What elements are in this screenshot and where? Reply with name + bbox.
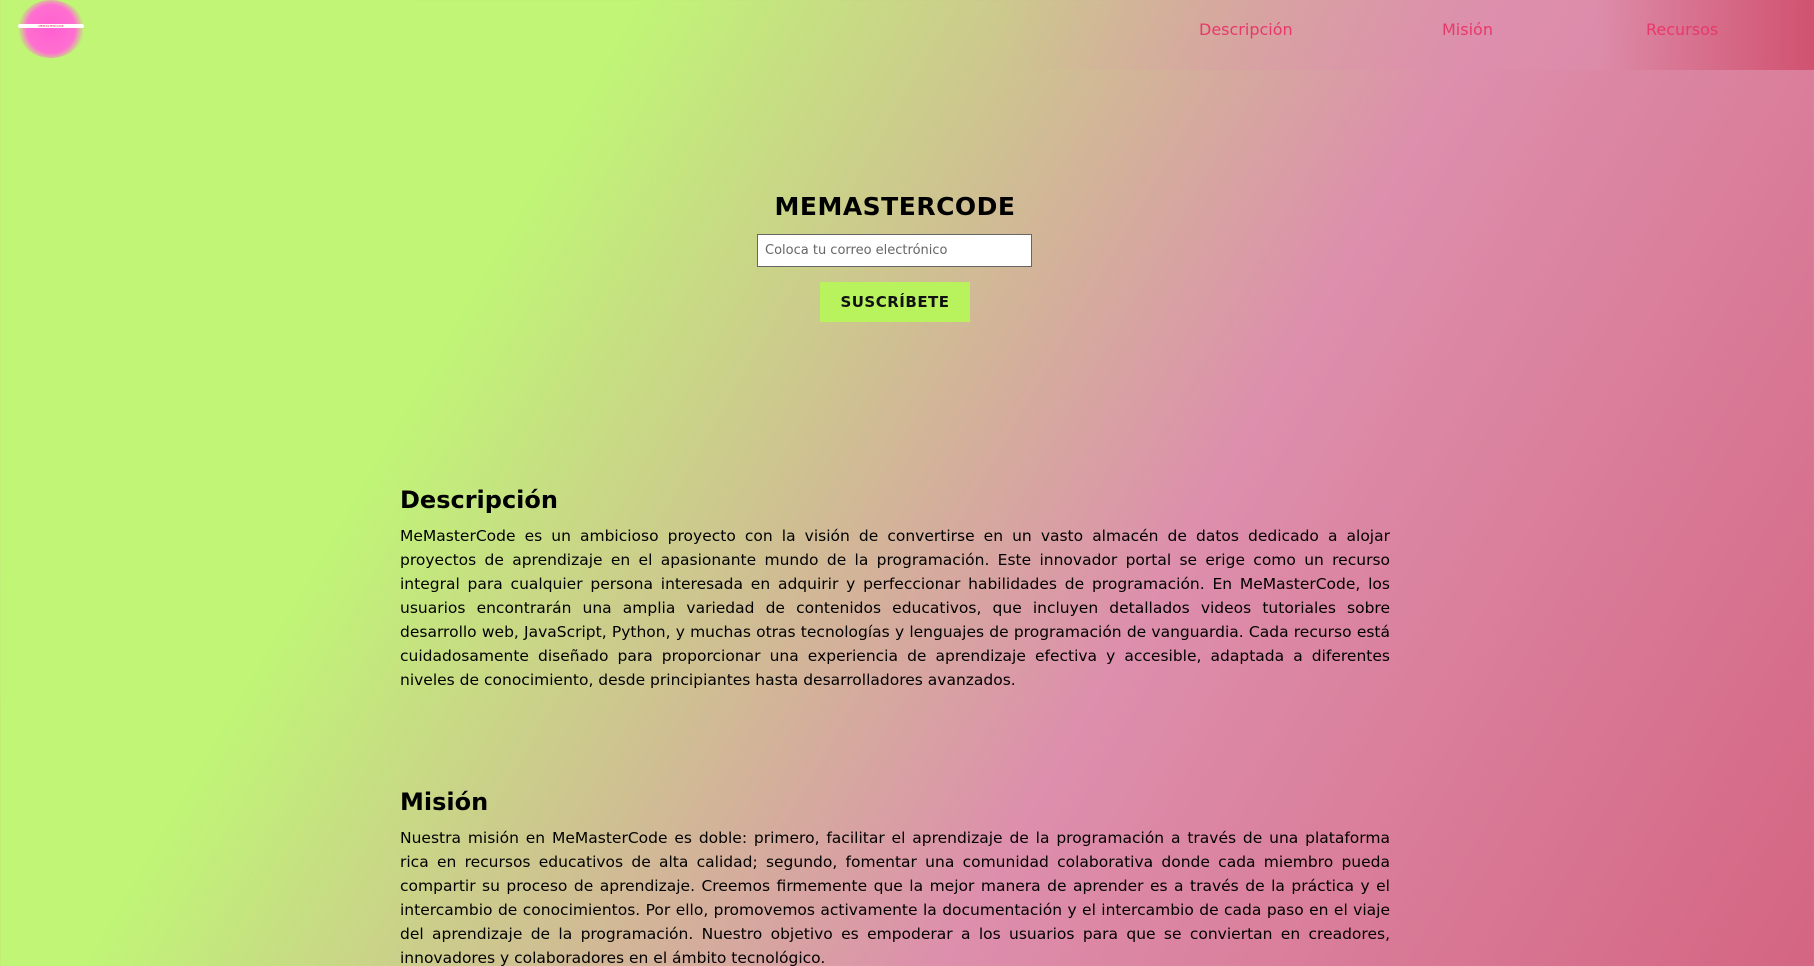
site-logo[interactable]: MEMASTERCODE: [18, 0, 84, 58]
mision-text: Nuestra misión en MeMasterCode es doble:…: [400, 829, 1390, 966]
hero-title: MEMASTERCODE: [774, 192, 1016, 221]
nav-link-mision[interactable]: Misión: [1442, 20, 1493, 39]
logo-text: MEMASTERCODE: [38, 24, 64, 28]
descripcion-heading: Descripción: [400, 486, 558, 514]
email-input[interactable]: [757, 234, 1032, 267]
nav-link-descripcion[interactable]: Descripción: [1199, 20, 1293, 39]
top-navigation-bar: [0, 0, 1814, 70]
mision-section: Misión Nuestra misión en MeMasterCode es…: [400, 788, 1390, 966]
descripcion-text: MeMasterCode es un ambicioso proyecto co…: [400, 527, 1390, 689]
subscribe-button[interactable]: SUSCRÍBETE: [820, 282, 970, 322]
descripcion-section: Descripción MeMasterCode es un ambicioso…: [400, 486, 1390, 692]
logo-banner: MEMASTERCODE: [18, 24, 84, 28]
mision-heading: Misión: [400, 788, 489, 816]
nav-link-recursos[interactable]: Recursos: [1646, 20, 1718, 39]
